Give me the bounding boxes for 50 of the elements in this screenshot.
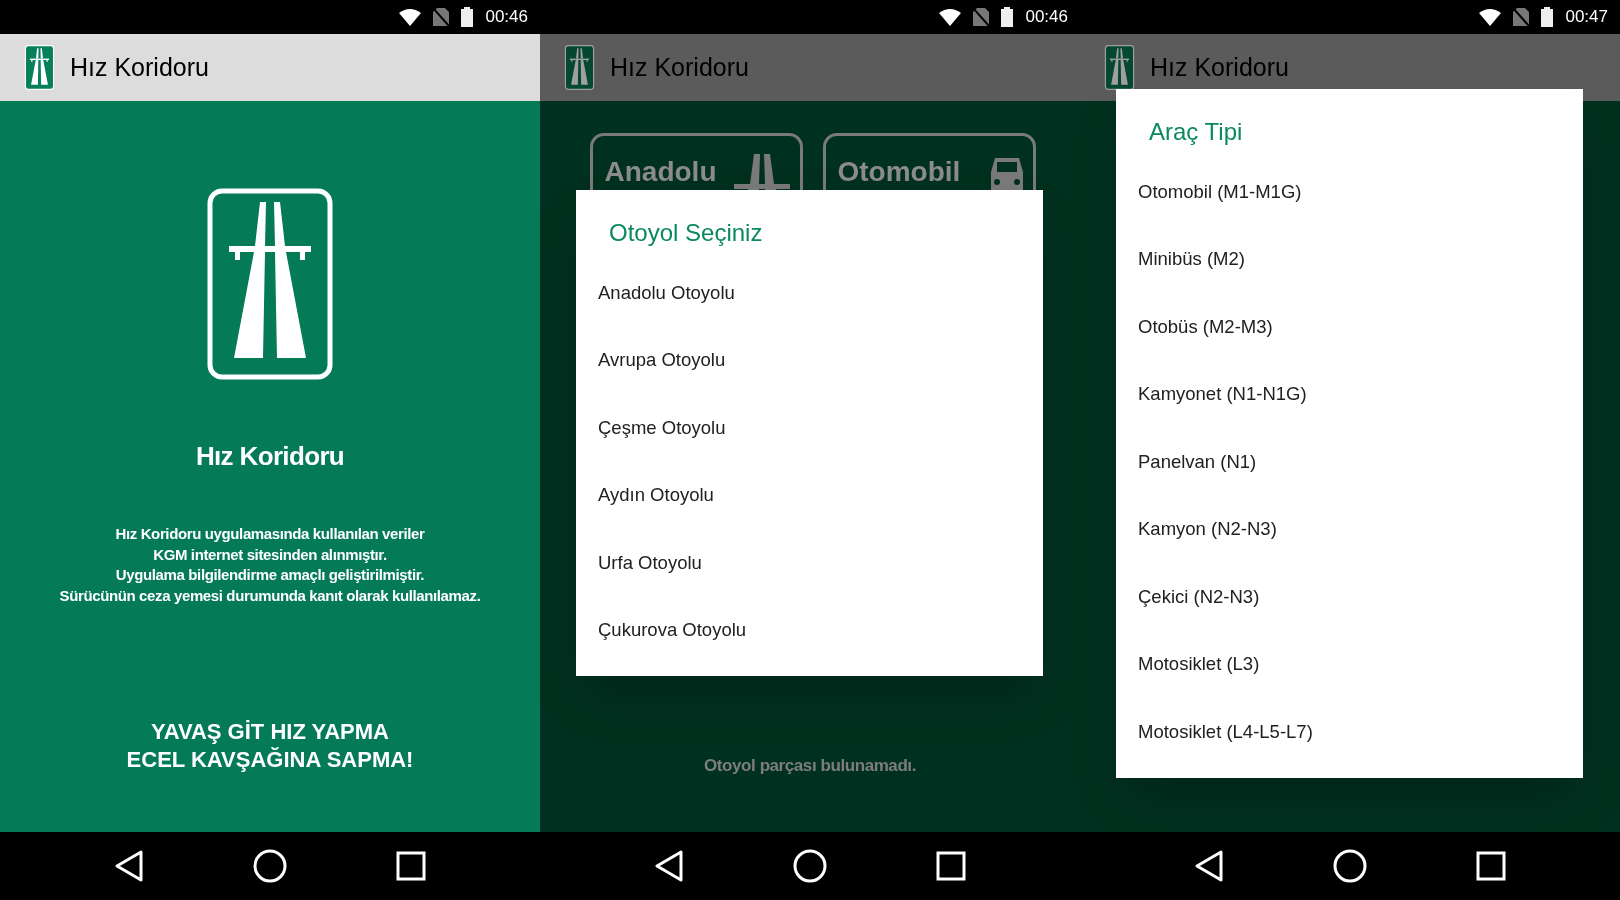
- home-icon[interactable]: [1333, 849, 1367, 883]
- dialog-option[interactable]: Minibüs (M2): [1116, 225, 1583, 293]
- disclaimer-line: Uygulama bilgilendirme amaçlı geliştirilmiştir.: [115, 565, 425, 585]
- disclaimer-line: Hız Koridoru uygulamasında kullanılan veriler: [115, 524, 425, 544]
- dialog-option[interactable]: Otomobil (M1-M1G): [1116, 158, 1583, 226]
- no-sim-icon: [433, 8, 450, 26]
- no-sim-icon: [1513, 8, 1530, 26]
- battery-icon: [461, 7, 474, 27]
- dialog-title: Araç Tipi: [1149, 117, 1244, 147]
- dialog-option[interactable]: Avrupa Otoyolu: [576, 326, 1043, 394]
- status-time: 00:46: [485, 6, 528, 29]
- road-icon: [731, 154, 792, 192]
- status-time: 00:46: [1025, 6, 1068, 29]
- battery-icon: [1001, 7, 1014, 27]
- empty-message: Otoyol parçası bulunamadı.: [704, 755, 916, 777]
- recents-icon[interactable]: [395, 851, 426, 881]
- dialog-option[interactable]: Motosiklet (L4-L5-L7): [1116, 698, 1583, 766]
- dialog-option[interactable]: Aydın Otoyolu: [576, 461, 1043, 529]
- home-icon[interactable]: [253, 849, 287, 883]
- splash-title: Hız Koridoru: [195, 440, 345, 473]
- status-time: 00:47: [1565, 6, 1608, 29]
- recents-icon[interactable]: [935, 851, 966, 881]
- dialog-option[interactable]: Kamyonet (N1-N1G): [1116, 360, 1583, 428]
- recents-icon[interactable]: [1475, 851, 1506, 881]
- back-icon[interactable]: [1194, 850, 1225, 882]
- battery-icon: [1541, 7, 1554, 27]
- dialog-option[interactable]: Kamyon (N2-N3): [1116, 495, 1583, 563]
- dialog-option[interactable]: Otobüs (M2-M3): [1116, 293, 1583, 361]
- dialog-option[interactable]: Panelvan (N1): [1116, 428, 1583, 496]
- app-title: Hız Koridoru: [1150, 51, 1289, 83]
- dialog-option[interactable]: Çekici (N2-N3): [1116, 563, 1583, 631]
- dialog-option[interactable]: Anadolu Otoyolu: [576, 259, 1043, 327]
- wifi-icon: [939, 8, 962, 26]
- app-title: Hız Koridoru: [70, 51, 209, 83]
- home-icon[interactable]: [793, 849, 827, 883]
- dialog-option[interactable]: Çeşme Otoyolu: [576, 394, 1043, 462]
- slogan-line: YAVAŞ GİT HIZ YAPMA: [151, 718, 389, 746]
- dialog-option[interactable]: Urfa Otoyolu: [576, 529, 1043, 597]
- disclaimer-line: Sürücünün ceza yemesi durumunda kanıt olarak kullanılamaz.: [59, 585, 481, 606]
- no-sim-icon: [973, 8, 990, 26]
- disclaimer-line: KGM internet sitesinden alınmıştır.: [153, 544, 387, 565]
- app-title: Hız Koridoru: [610, 51, 749, 83]
- highway-sign-icon: [207, 188, 333, 380]
- back-icon[interactable]: [654, 850, 685, 882]
- wifi-icon: [1479, 8, 1502, 26]
- back-icon[interactable]: [114, 850, 145, 882]
- dialog-option[interactable]: Çukurova Otoyolu: [576, 596, 1043, 664]
- slogan-line: ECEL KAVŞAĞINA SAPMA!: [126, 746, 414, 774]
- wifi-icon: [399, 8, 422, 26]
- dialog-option[interactable]: Motosiklet (L3): [1116, 630, 1583, 698]
